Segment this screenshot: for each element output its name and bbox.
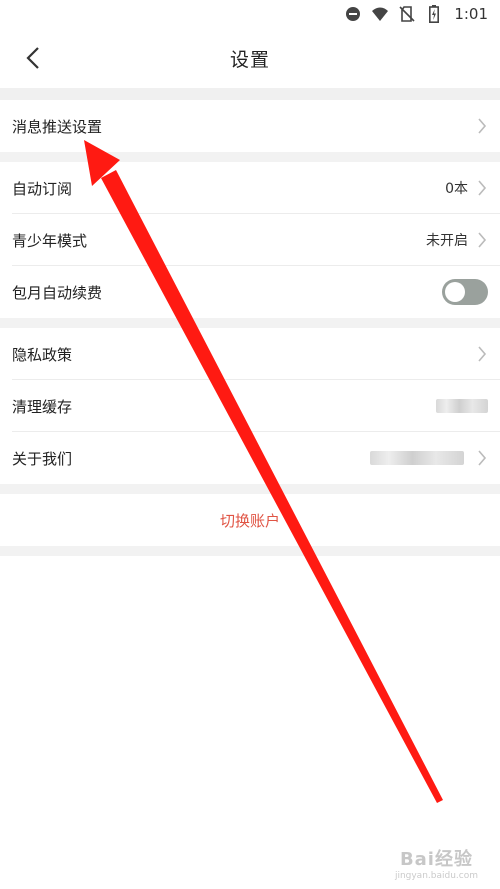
settings-row-privacy[interactable]: 隐私政策	[0, 328, 500, 380]
switch-account-label: 切换账户	[219, 511, 280, 530]
settings-row-push[interactable]: 消息推送设置	[0, 100, 500, 152]
chevron-right-icon	[476, 232, 488, 248]
switch-account-button[interactable]: 切换账户	[0, 494, 500, 546]
row-value: 0本	[445, 181, 468, 197]
redacted-version	[370, 451, 464, 465]
section-gap	[0, 484, 500, 494]
status-time: 1:01	[454, 5, 488, 23]
section-gap	[0, 152, 500, 162]
section-gap	[0, 88, 500, 100]
redacted-cache-size	[436, 399, 488, 413]
watermark-url: jingyan.baidu.com	[394, 871, 478, 881]
app-header: 设置	[0, 28, 500, 88]
settings-row-clear-cache[interactable]: 清理缓存	[0, 380, 500, 432]
status-bar: 1:01	[0, 0, 500, 28]
baidu-watermark: Bai经验 jingyan.baidu.com	[395, 845, 478, 881]
wifi-icon	[371, 5, 389, 23]
row-label: 包月自动续费	[12, 283, 103, 302]
row-label: 清理缓存	[12, 397, 73, 416]
back-button[interactable]	[18, 42, 48, 74]
settings-row-youth-mode[interactable]: 青少年模式 未开启	[0, 214, 500, 266]
chevron-right-icon	[476, 346, 488, 362]
settings-row-auto-subscribe[interactable]: 自动订阅 0本	[0, 162, 500, 214]
chevron-right-icon	[476, 118, 488, 134]
battery-icon	[425, 5, 443, 23]
no-sim-icon	[398, 5, 416, 23]
row-label: 关于我们	[12, 449, 73, 468]
chevron-right-icon	[476, 180, 488, 196]
do-not-disturb-icon	[344, 5, 362, 23]
settings-row-about[interactable]: 关于我们	[0, 432, 500, 484]
row-label: 隐私政策	[12, 345, 73, 364]
toggle-knob	[445, 282, 465, 302]
row-value: 未开启	[426, 233, 468, 249]
section-gap	[0, 546, 500, 556]
settings-row-monthly-renew: 包月自动续费	[0, 266, 500, 318]
page-title: 设置	[229, 48, 270, 71]
chevron-right-icon	[476, 450, 488, 466]
row-label: 自动订阅	[12, 179, 73, 198]
row-label: 消息推送设置	[12, 117, 103, 136]
monthly-renew-toggle[interactable]	[442, 279, 488, 305]
row-label: 青少年模式	[12, 231, 88, 250]
section-gap	[0, 318, 500, 328]
watermark-logo: Bai经验	[399, 849, 473, 870]
back-arrow-icon	[26, 47, 39, 69]
